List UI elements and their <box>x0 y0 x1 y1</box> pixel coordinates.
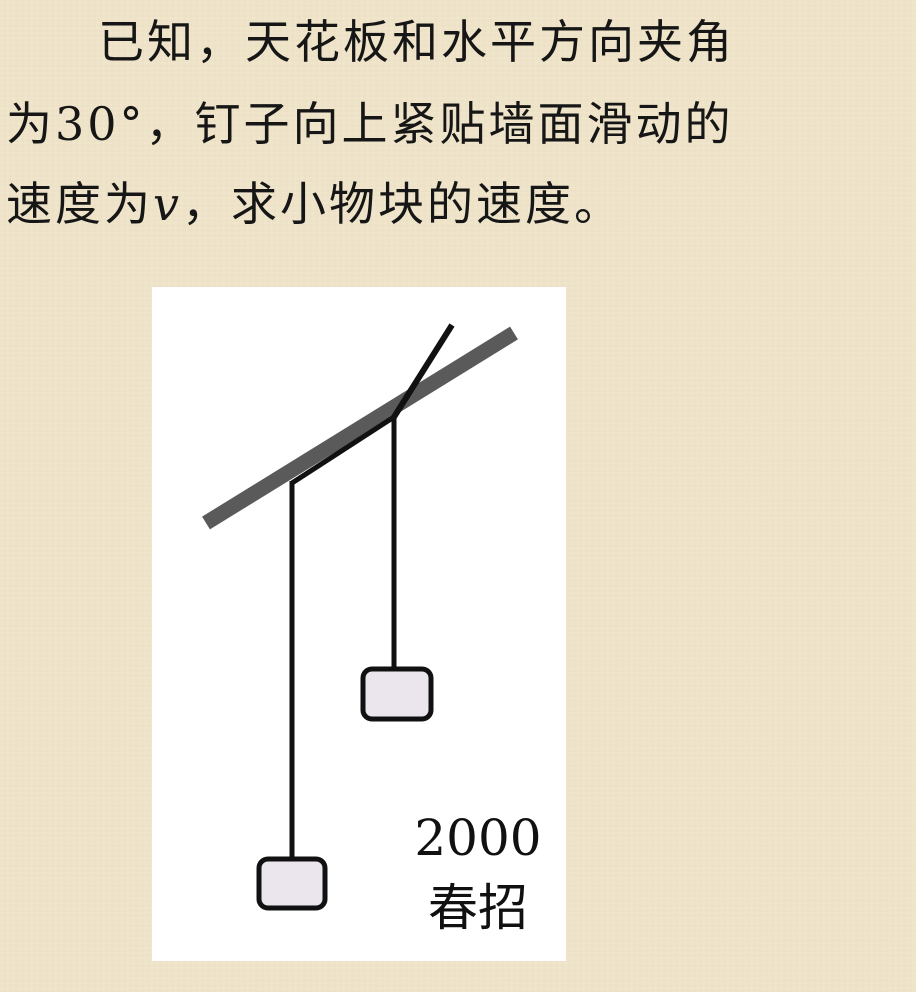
diagram-panel: 2000 春招 <box>152 287 566 961</box>
velocity-variable: v <box>153 177 182 231</box>
problem-line-1: 已知，天花板和水平方向夹角 <box>98 15 735 69</box>
block-right <box>360 666 434 722</box>
string-segment-upper <box>290 414 396 486</box>
problem-statement: 已知，天花板和水平方向夹角 为30°，钉子向上紧贴墙面滑动的 速度为v，求小物块… <box>0 0 916 250</box>
inclined-ceiling <box>202 326 518 530</box>
problem-line-2: 为30°，钉子向上紧贴墙面滑动的 <box>6 97 734 151</box>
source-year-label: 2000 <box>414 809 542 867</box>
source-term-label: 春招 <box>428 879 528 937</box>
block-left <box>256 856 328 911</box>
problem-line-3-end: ，求小物块的速度。 <box>182 177 623 231</box>
problem-line-3: 速度为v，求小物块的速度。 <box>0 172 916 236</box>
problem-line-3-start: 速度为 <box>6 177 153 231</box>
